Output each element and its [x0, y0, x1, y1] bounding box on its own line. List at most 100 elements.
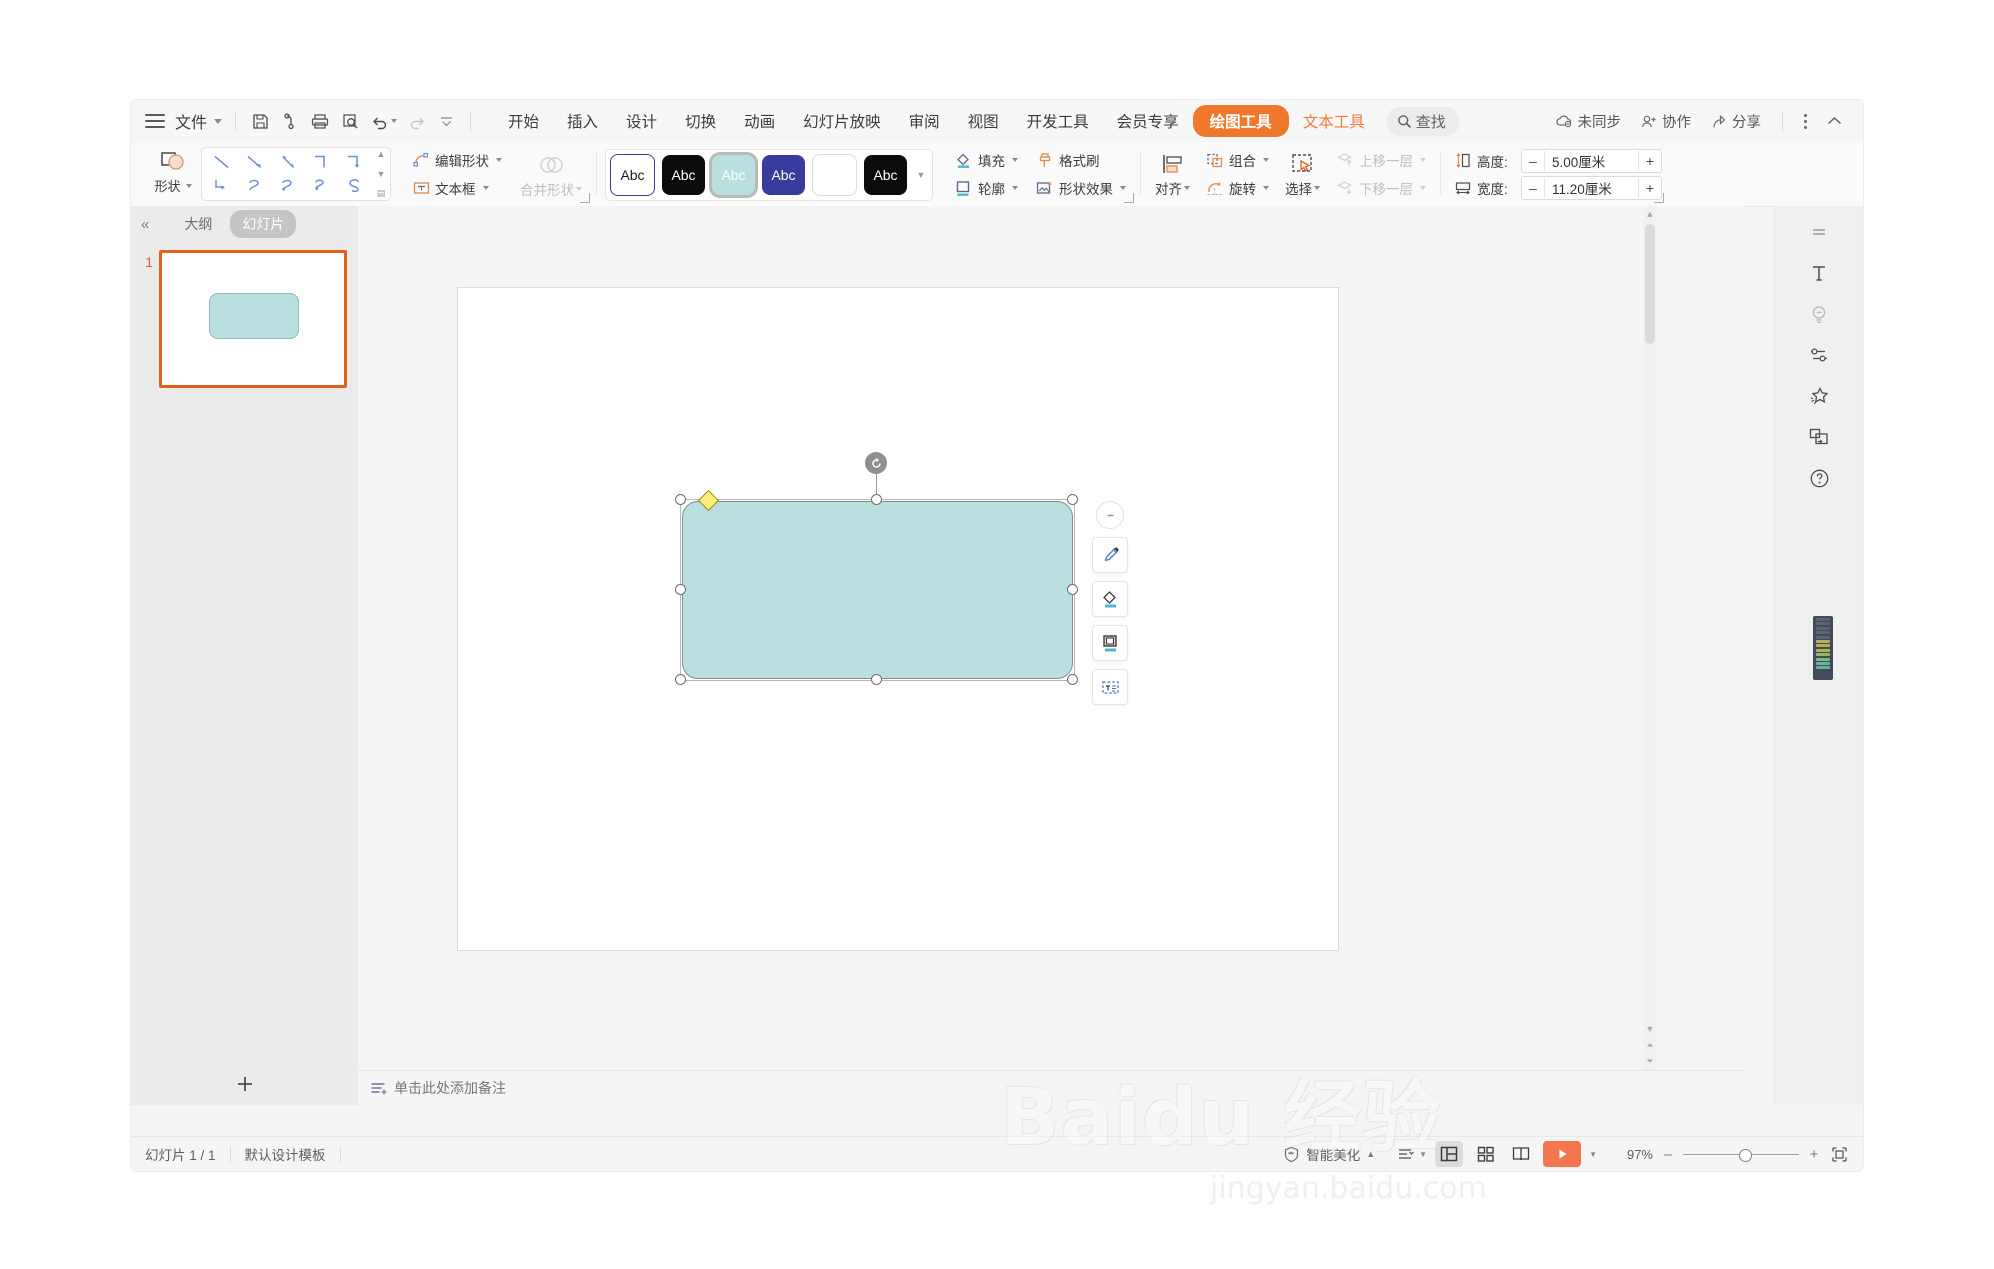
fit-to-window-icon[interactable]	[1829, 1144, 1849, 1164]
scrollbar-thumb[interactable]	[1645, 224, 1655, 344]
shape-arrow-line[interactable]	[238, 150, 271, 174]
bring-forward-button[interactable]: 上移一层	[1330, 147, 1432, 173]
scroll-up-icon[interactable]: ▲	[377, 150, 386, 159]
group-button[interactable]: 组合	[1200, 147, 1275, 173]
collaborate-button[interactable]: 协作	[1633, 106, 1699, 137]
outline-color-icon[interactable]	[1092, 625, 1128, 661]
shape-line[interactable]	[205, 150, 238, 174]
zoom-slider-track[interactable]	[1683, 1148, 1799, 1162]
redo-icon[interactable]	[401, 106, 431, 136]
align-button[interactable]: 对齐	[1149, 148, 1196, 201]
resize-handle-s[interactable]	[871, 673, 882, 685]
app-menu-icon[interactable]	[145, 114, 165, 128]
format-dialog-launcher[interactable]	[1124, 193, 1134, 203]
shape-s-curve[interactable]	[338, 174, 371, 198]
outline-button[interactable]: 轮廓	[949, 175, 1024, 201]
smart-beautify-button[interactable]: 智能美化 ▲	[1283, 1144, 1375, 1164]
size-dialog-launcher[interactable]	[1654, 193, 1664, 203]
shape-curve-arrow[interactable]	[238, 174, 271, 198]
shape-elbow-connector[interactable]	[305, 150, 338, 174]
slide-thumbnail-1[interactable]	[159, 250, 347, 388]
shape-gallery[interactable]: ▲ ▼ ▤	[201, 147, 391, 201]
canvas-vertical-scrollbar[interactable]: ▲ ▼ ⏶ ⏷	[1643, 206, 1657, 1071]
more-options-icon[interactable]	[1796, 113, 1815, 129]
undo-dropdown-icon[interactable]	[391, 119, 398, 123]
rotate-button[interactable]: 旋转	[1200, 175, 1275, 201]
resize-handle-nw[interactable]	[675, 493, 686, 505]
style-swatch-4[interactable]: Abc	[762, 155, 805, 195]
send-backward-button[interactable]: 下移一层	[1330, 175, 1432, 201]
print-icon[interactable]	[305, 106, 335, 136]
tab-text-tools[interactable]: 文本工具	[1289, 105, 1379, 137]
edit-shape-button[interactable]: 编辑形状	[407, 147, 508, 173]
style-swatch-1[interactable]: Abc	[610, 154, 655, 196]
share-button[interactable]: 分享	[1703, 106, 1769, 137]
save-icon[interactable]	[245, 106, 275, 136]
fill-button[interactable]: 填充	[949, 147, 1024, 173]
tab-shitu[interactable]: 视图	[954, 105, 1013, 137]
shape-dialog-launcher[interactable]	[580, 193, 590, 203]
resize-handle-e[interactable]	[1067, 583, 1078, 595]
tab-outline[interactable]: 大纲	[172, 210, 224, 238]
tab-fangying[interactable]: 幻灯片放映	[789, 105, 895, 137]
tab-donghua[interactable]: 动画	[730, 105, 789, 137]
rotate-handle[interactable]	[865, 452, 887, 474]
resize-handle-ne[interactable]	[1067, 493, 1078, 505]
zoom-level-label[interactable]: 97%	[1615, 1147, 1653, 1162]
tab-qiehuan[interactable]: 切换	[671, 105, 730, 137]
file-menu-button[interactable]: 文件	[171, 106, 226, 136]
zoom-in-button[interactable]: +	[1807, 1146, 1821, 1163]
slideshow-caret-icon[interactable]: ▼	[1589, 1150, 1597, 1159]
format-painter-button[interactable]: 格式刷	[1030, 147, 1132, 173]
text-box-button[interactable]: 文本框	[407, 175, 508, 201]
view-options-caret-icon[interactable]: ▼	[1419, 1150, 1427, 1159]
slide-count-label[interactable]: 幻灯片 1 / 1	[131, 1144, 230, 1164]
shape-style-gallery[interactable]: Abc Abc Abc Abc Abc ▼	[605, 149, 933, 201]
start-slideshow-button[interactable]	[1543, 1141, 1582, 1167]
slide-canvas-area[interactable]	[358, 206, 1745, 1071]
shape-double-arrow-line[interactable]	[271, 150, 304, 174]
more-commands-icon[interactable]	[431, 106, 461, 136]
style-swatch-2[interactable]: Abc	[662, 155, 705, 195]
next-slide-icon[interactable]: ⏷	[1643, 1053, 1657, 1069]
settings-sliders-icon[interactable]	[1799, 335, 1839, 375]
insert-shape-button[interactable]: 形状	[145, 142, 201, 202]
style-swatch-5[interactable]	[812, 154, 857, 196]
cloud-save-icon[interactable]	[275, 106, 305, 136]
previous-slide-icon[interactable]: ⏶	[1643, 1037, 1657, 1053]
panel-lines-icon[interactable]	[1799, 212, 1839, 252]
tab-charu[interactable]: 插入	[553, 105, 612, 137]
slide-sorter-icon[interactable]	[1471, 1141, 1499, 1167]
search-button[interactable]: 查找	[1386, 106, 1459, 136]
style-gallery-more-icon[interactable]: ▼	[914, 154, 928, 196]
gallery-expand-icon[interactable]: ▤	[377, 189, 386, 198]
print-preview-icon[interactable]	[335, 106, 365, 136]
scroll-down-icon[interactable]: ▼	[1643, 1021, 1657, 1037]
tab-huiyuanzhuanxiang[interactable]: 会员专享	[1103, 105, 1193, 137]
notes-pane[interactable]: 单击此处添加备注	[358, 1070, 1745, 1105]
resize-handle-sw[interactable]	[675, 673, 686, 685]
replace-image-icon[interactable]	[1799, 417, 1839, 457]
tab-shenyue[interactable]: 审阅	[895, 105, 954, 137]
scroll-up-icon[interactable]: ▲	[1643, 206, 1657, 222]
fill-color-icon[interactable]	[1092, 581, 1128, 617]
shape-curve-arrow-3[interactable]	[305, 174, 338, 198]
add-slide-button[interactable]	[131, 1063, 358, 1105]
reading-view-icon[interactable]	[1507, 1141, 1535, 1167]
shape-elbow-arrow-2[interactable]	[205, 174, 238, 198]
collapse-pane-icon[interactable]: «	[141, 216, 149, 233]
idea-bulb-icon[interactable]	[1799, 294, 1839, 334]
shape-effects-button[interactable]: 形状效果	[1030, 175, 1132, 201]
beautify-star-icon[interactable]	[1799, 376, 1839, 416]
height-spinner[interactable]: – 5.00厘米 +	[1521, 148, 1662, 173]
slide-canvas[interactable]	[458, 288, 1338, 950]
collapse-toolbar-icon[interactable]	[1096, 501, 1124, 529]
tab-slides[interactable]: 幻灯片	[230, 210, 297, 238]
edit-text-icon[interactable]	[1092, 669, 1128, 705]
sync-status-button[interactable]: 未同步	[1548, 106, 1630, 137]
style-swatch-3-selected[interactable]: Abc	[712, 155, 755, 195]
format-painter-icon[interactable]	[1092, 537, 1128, 573]
view-options-icon[interactable]	[1393, 1141, 1421, 1167]
height-value[interactable]: 5.00厘米	[1544, 150, 1639, 171]
help-icon[interactable]	[1799, 458, 1839, 498]
